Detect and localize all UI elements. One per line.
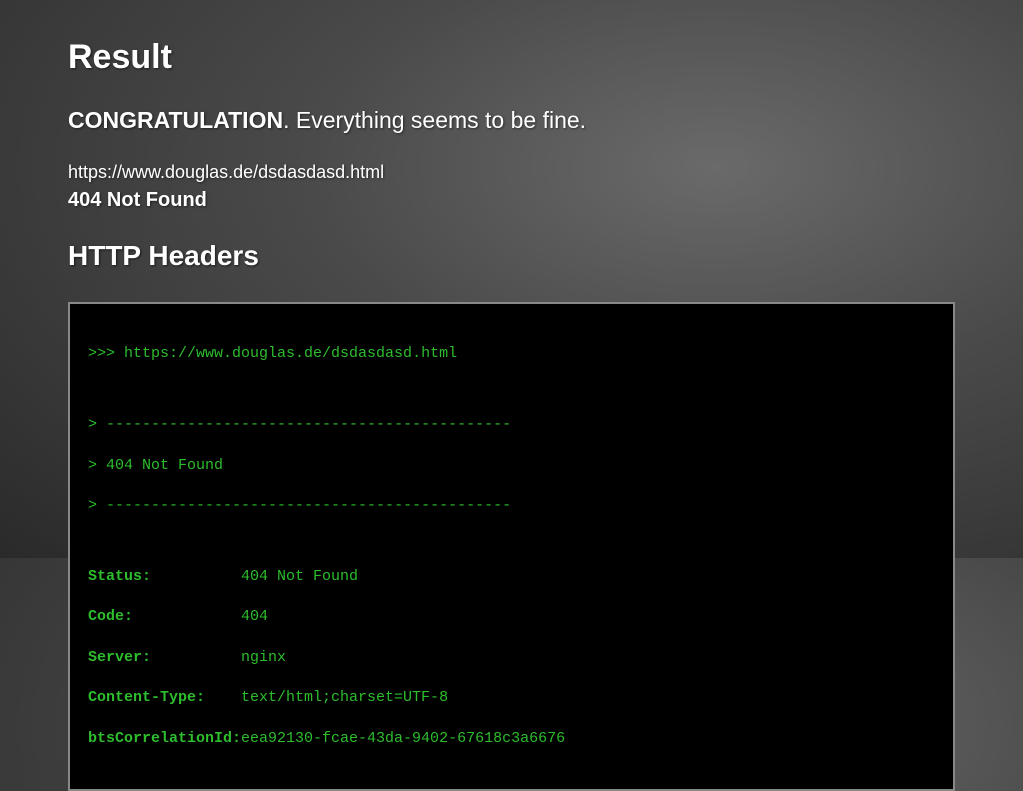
terminal-divider2-prefix: > — [88, 497, 106, 514]
terminal-key-server: Server: — [88, 649, 241, 666]
terminal-val-status: 404 Not Found — [241, 568, 358, 585]
congratulation-strong: CONGRATULATION — [68, 107, 283, 133]
congratulation-line: CONGRATULATION. Everything seems to be f… — [68, 107, 955, 134]
http-status: 404 Not Found — [68, 189, 955, 212]
result-heading: Result — [68, 38, 955, 77]
terminal-divider2: ----------------------------------------… — [106, 497, 511, 514]
terminal-url: https://www.douglas.de/dsdasdasd.html — [124, 345, 457, 362]
terminal-val-corr: eea92130-fcae-43da-9402-67618c3a6676 — [241, 730, 565, 747]
terminal-key-ctype: Content-Type: — [88, 689, 241, 706]
terminal-val-server: nginx — [241, 649, 286, 666]
congratulation-text: . Everything seems to be fine. — [283, 107, 586, 133]
terminal-prompt: >>> — [88, 345, 124, 362]
terminal-divider: ----------------------------------------… — [106, 416, 511, 433]
checked-url: https://www.douglas.de/dsdasdasd.html — [68, 162, 955, 183]
terminal-status: 404 Not Found — [106, 457, 223, 474]
terminal-status-prefix: > — [88, 457, 106, 474]
terminal-val-ctype: text/html;charset=UTF-8 — [241, 689, 448, 706]
terminal-key-code: Code: — [88, 608, 241, 625]
http-headers-heading: HTTP Headers — [68, 240, 955, 272]
terminal-val-code: 404 — [241, 608, 268, 625]
terminal-divider-prefix: > — [88, 416, 106, 433]
terminal-key-status: Status: — [88, 568, 241, 585]
terminal-output: >>> https://www.douglas.de/dsdasdasd.htm… — [68, 302, 955, 791]
terminal-key-corr: btsCorrelationId: — [88, 730, 241, 747]
